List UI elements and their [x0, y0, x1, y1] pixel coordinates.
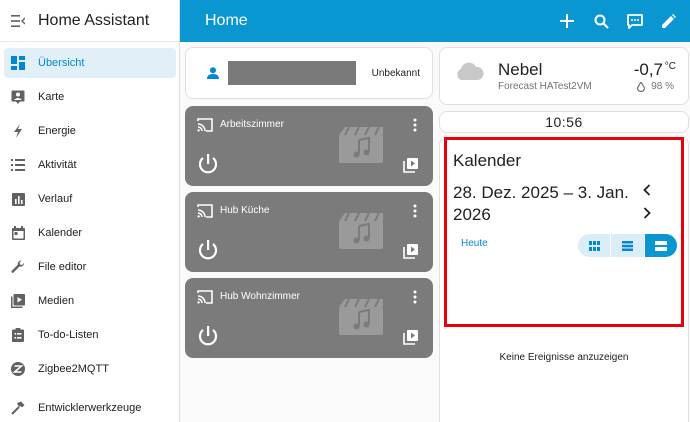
media-placeholder-icon — [339, 212, 383, 249]
lightning-icon — [10, 123, 26, 139]
map-icon — [10, 89, 26, 105]
more-options-icon[interactable] — [413, 118, 417, 132]
browse-media-icon[interactable] — [403, 243, 419, 259]
person-icon — [205, 65, 221, 81]
sidebar-item-label: Aktivität — [38, 159, 77, 171]
sidebar-item-label: Kalender — [38, 227, 83, 239]
sidebar-item-uebersicht[interactable]: Übersicht — [4, 48, 176, 78]
calendar-empty-message: Keine Ereignisse anzuzeigen — [499, 352, 629, 363]
cast-icon — [197, 118, 213, 132]
assist-chat-icon[interactable] — [626, 12, 644, 30]
sidebar-item-label: To-do-Listen — [38, 329, 99, 341]
more-options-icon[interactable] — [413, 290, 417, 304]
clipboard-icon — [10, 327, 26, 343]
today-button[interactable]: Heute — [461, 238, 488, 249]
sidebar-item-aktivitaet[interactable]: Aktivität — [4, 150, 176, 180]
media-player-name: Arbeitszimmer — [220, 119, 284, 130]
app-title: Home Assistant — [38, 11, 150, 29]
month-view-button[interactable] — [578, 234, 612, 257]
power-icon[interactable] — [197, 239, 219, 261]
media-player-name: Hub Wohnzimmer — [220, 291, 300, 302]
collapse-menu-icon[interactable] — [10, 13, 26, 29]
list-view-button[interactable] — [644, 234, 677, 257]
media-icon — [10, 293, 26, 309]
weather-condition: Nebel — [498, 60, 543, 79]
hammer-icon — [10, 400, 26, 416]
person-card[interactable]: Unbekannt — [185, 47, 433, 99]
cast-icon — [197, 290, 213, 304]
grid-view-icon — [588, 240, 600, 251]
media-player-name: Hub Küche — [220, 205, 270, 216]
sidebar: Home Assistant Übersicht Karte Energie A… — [0, 0, 180, 422]
media-placeholder-icon — [339, 126, 383, 163]
sidebar-item-kalender[interactable]: Kalender — [4, 218, 176, 248]
media-player-card[interactable]: Arbeitszimmer — [185, 106, 433, 186]
power-icon[interactable] — [197, 153, 219, 175]
media-placeholder-icon — [339, 298, 383, 335]
weather-humidity: 98 % — [651, 81, 674, 92]
search-icon[interactable] — [592, 12, 610, 30]
cast-icon — [197, 204, 213, 218]
power-icon[interactable] — [197, 325, 219, 347]
dashboard-icon — [10, 55, 26, 71]
sidebar-item-todo[interactable]: To-do-Listen — [4, 320, 176, 350]
sidebar-item-label: Karte — [38, 91, 65, 103]
edit-pencil-icon[interactable] — [659, 12, 677, 30]
sidebar-item-file-editor[interactable]: File editor — [4, 252, 176, 282]
person-state: Unbekannt — [371, 67, 420, 79]
sidebar-header: Home Assistant — [0, 0, 179, 42]
media-player-card[interactable]: Hub Küche — [185, 192, 433, 272]
weather-card[interactable]: Nebel Forecast HATest2VM -0,7 °C 98 % — [439, 47, 689, 105]
chart-icon — [10, 191, 26, 207]
sidebar-item-label: Energie — [38, 125, 76, 137]
calendar-date-range: 28. Dez. 2025 – 3. Jan. 2026 — [453, 182, 633, 226]
sidebar-item-label: Verlauf — [38, 193, 73, 205]
zigbee-icon — [10, 361, 26, 377]
calendar-view-toggle — [578, 234, 677, 257]
sidebar-item-label: File editor — [38, 261, 87, 273]
week-view-icon — [621, 240, 633, 251]
chevron-left-icon[interactable] — [640, 183, 654, 197]
sidebar-item-medien[interactable]: Medien — [4, 286, 176, 316]
sidebar-item-karte[interactable]: Karte — [4, 82, 176, 112]
sidebar-item-entwicklerwerkzeuge[interactable]: Entwicklerwerkzeuge — [4, 393, 176, 422]
clock-card: 10:56 — [439, 111, 689, 133]
sidebar-item-zigbee2mqtt[interactable]: Zigbee2MQTT — [4, 354, 176, 384]
clock-time: 10:56 — [545, 114, 583, 130]
browse-media-icon[interactable] — [403, 157, 419, 173]
sidebar-item-label: Entwicklerwerkzeuge — [38, 402, 142, 414]
week-view-button[interactable] — [611, 234, 645, 257]
temperature-unit: °C — [664, 61, 676, 72]
list-view-icon — [654, 240, 667, 251]
wrench-icon — [10, 259, 26, 275]
sidebar-item-label: Medien — [38, 295, 75, 307]
browse-media-icon[interactable] — [403, 329, 419, 345]
sidebar-item-label: Zigbee2MQTT — [38, 363, 109, 375]
weather-temperature: -0,7 — [633, 60, 663, 79]
more-options-icon[interactable] — [413, 204, 417, 218]
chevron-right-icon[interactable] — [640, 206, 654, 220]
add-icon[interactable] — [558, 12, 576, 30]
calendar-title: Kalender — [453, 151, 522, 170]
sidebar-item-verlauf[interactable]: Verlauf — [4, 184, 176, 214]
date-range-line-2: 2026 — [453, 205, 491, 224]
date-range-line-1: 28. Dez. 2025 – 3. Jan. — [453, 183, 629, 202]
fog-cloud-icon — [457, 62, 484, 80]
humidity-drop-icon — [637, 82, 645, 92]
media-player-card[interactable]: Hub Wohnzimmer — [185, 278, 433, 358]
redacted-person-name — [228, 61, 356, 85]
calendar-icon — [10, 225, 26, 241]
page-title: Home — [205, 12, 248, 29]
weather-source: Forecast HATest2VM — [498, 81, 592, 92]
sidebar-item-energie[interactable]: Energie — [4, 116, 176, 146]
list-icon — [10, 157, 26, 173]
top-app-bar: Home — [180, 0, 690, 42]
calendar-card — [439, 137, 689, 422]
sidebar-item-label: Übersicht — [38, 57, 85, 69]
